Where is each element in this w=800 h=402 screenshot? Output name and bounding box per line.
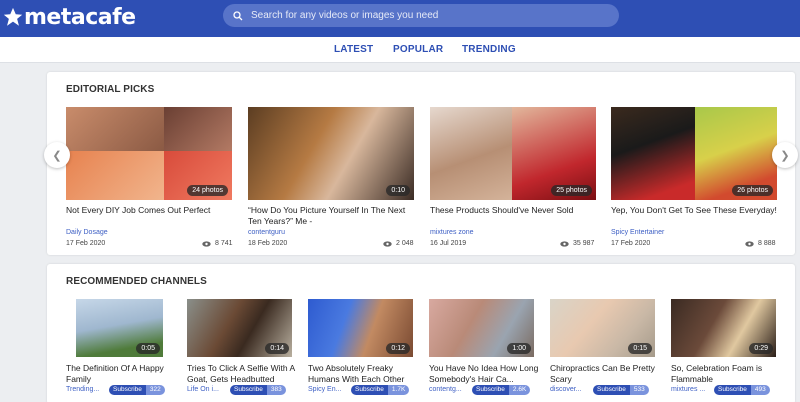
subscribe-button-6[interactable]: Subscribe 493 (714, 385, 770, 395)
subscriber-count: 2.6K (508, 385, 531, 395)
photo-count-badge: 26 photos (732, 185, 773, 196)
channel-thumb-5[interactable]: 0:15 (550, 299, 655, 357)
top-header: metacafe (0, 0, 800, 37)
photo-count-badge: 24 photos (187, 185, 228, 196)
editorial-views-3: 35 987 (560, 240, 594, 247)
editorial-title-2[interactable]: “How Do You Picture Yourself In The Next… (248, 205, 413, 227)
recommended-channels-panel: RECOMMENDED CHANNELS 0:05 The Definition… (47, 264, 795, 402)
editorial-title-1[interactable]: Not Every DIY Job Comes Out Perfect (66, 205, 231, 216)
channel-video-title-4[interactable]: You Have No Idea How Long Somebody's Hai… (429, 363, 541, 385)
subscribe-button-5[interactable]: Subscribe 533 (593, 385, 649, 395)
subscribe-label: Subscribe (593, 385, 630, 395)
views-count: 35 987 (573, 240, 595, 247)
editorial-picks-panel: EDITORIAL PICKS 24 photos Not Every DIY … (47, 72, 795, 255)
editorial-date-1: 17 Feb 2020 (66, 240, 106, 247)
editorial-date-3: 16 Jul 2019 (430, 240, 467, 247)
views-count: 2 048 (396, 240, 414, 247)
section-nav: LATEST POPULAR TRENDING (0, 37, 800, 63)
editorial-views-4: 8 888 (745, 240, 776, 247)
nav-trending[interactable]: TRENDING (462, 44, 516, 55)
eye-icon (745, 240, 754, 247)
views-count: 8 888 (758, 240, 776, 247)
editorial-date-4: 17 Feb 2020 (611, 240, 651, 247)
channel-thumb-6[interactable]: 0:29 (671, 299, 776, 357)
duration-badge: 0:15 (628, 343, 652, 354)
channel-name-6[interactable]: mixtures ... (671, 386, 705, 393)
subscriber-count: 1.7K (387, 385, 410, 395)
editorial-thumb-2[interactable]: 0:10 (248, 107, 414, 200)
subscribe-button-3[interactable]: Subscribe 1.7K (351, 385, 410, 395)
editorial-source-1[interactable]: Daily Dosage (66, 229, 108, 236)
channel-video-title-1[interactable]: The Definition Of A Happy Family (66, 363, 176, 385)
channel-name-3[interactable]: Spicy En... (308, 386, 341, 393)
channel-thumb-3[interactable]: 0:12 (308, 299, 413, 357)
metacafe-star-icon (3, 7, 23, 26)
subscribe-label: Subscribe (472, 385, 509, 395)
chevron-left-icon: ❮ (52, 149, 62, 162)
editorial-source-2[interactable]: contentguru (248, 229, 285, 236)
channel-name-5[interactable]: discover... (550, 386, 582, 393)
duration-badge: 0:10 (386, 185, 410, 196)
channel-video-title-6[interactable]: So, Celebration Foam is Flammable (671, 363, 781, 385)
eye-icon (560, 240, 569, 247)
editorial-picks-heading: EDITORIAL PICKS (66, 84, 155, 95)
channel-thumb-1[interactable]: 0:05 (76, 299, 163, 357)
subscribe-label: Subscribe (714, 385, 751, 395)
subscriber-count: 533 (629, 385, 649, 395)
search-bar[interactable] (223, 4, 619, 27)
editorial-date-2: 18 Feb 2020 (248, 240, 288, 247)
duration-badge: 1:00 (507, 343, 531, 354)
channel-thumb-4[interactable]: 1:00 (429, 299, 534, 357)
channel-thumb-2[interactable]: 0:14 (187, 299, 292, 357)
subscribe-label: Subscribe (230, 385, 267, 395)
channel-video-title-3[interactable]: Two Absolutely Freaky Humans With Each O… (308, 363, 418, 385)
subscribe-button-2[interactable]: Subscribe 383 (230, 385, 286, 395)
duration-badge: 0:05 (136, 343, 160, 354)
subscribe-label: Subscribe (351, 385, 388, 395)
editorial-thumb-1[interactable]: 24 photos (66, 107, 232, 200)
subscriber-count: 493 (750, 385, 770, 395)
views-count: 8 741 (215, 240, 233, 247)
duration-badge: 0:14 (265, 343, 289, 354)
duration-badge: 0:29 (749, 343, 773, 354)
metacafe-logo[interactable]: metacafe (2, 3, 136, 31)
search-input[interactable] (251, 10, 591, 21)
eye-icon (383, 240, 392, 247)
editorial-title-3[interactable]: These Products Should've Never Sold (430, 205, 595, 216)
carousel-next-button[interactable]: ❯ (772, 142, 798, 168)
editorial-thumb-4[interactable]: 26 photos (611, 107, 777, 200)
carousel-prev-button[interactable]: ❮ (44, 142, 70, 168)
photo-count-badge: 25 photos (551, 185, 592, 196)
recommended-channels-heading: RECOMMENDED CHANNELS (66, 276, 207, 287)
subscriber-count: 322 (145, 385, 165, 395)
channel-name-1[interactable]: Trending... (66, 386, 99, 393)
editorial-thumb-3[interactable]: 25 photos (430, 107, 596, 200)
channel-name-4[interactable]: contentg... (429, 386, 462, 393)
editorial-source-4[interactable]: Spicy Entertainer (611, 229, 664, 236)
chevron-right-icon: ❯ (780, 149, 790, 162)
editorial-views-1: 8 741 (202, 240, 233, 247)
duration-badge: 0:12 (386, 343, 410, 354)
channel-video-title-2[interactable]: Tries To Click A Selfie With A Goat, Get… (187, 363, 297, 385)
editorial-title-4[interactable]: Yep, You Don't Get To See These Everyday… (611, 205, 781, 216)
subscriber-count: 383 (266, 385, 286, 395)
nav-popular[interactable]: POPULAR (393, 44, 443, 55)
eye-icon (202, 240, 211, 247)
subscribe-button-1[interactable]: Subscribe 322 (109, 385, 165, 395)
subscribe-label: Subscribe (109, 385, 146, 395)
nav-latest[interactable]: LATEST (334, 44, 373, 55)
channel-video-title-5[interactable]: Chiropractics Can Be Pretty Scary (550, 363, 660, 385)
subscribe-button-4[interactable]: Subscribe 2.6K (472, 385, 531, 395)
logo-text: metacafe (24, 4, 136, 30)
editorial-views-2: 2 048 (383, 240, 414, 247)
editorial-source-3[interactable]: mixtures zone (430, 229, 474, 236)
search-icon (233, 10, 243, 20)
channel-name-2[interactable]: Life On i... (187, 386, 219, 393)
